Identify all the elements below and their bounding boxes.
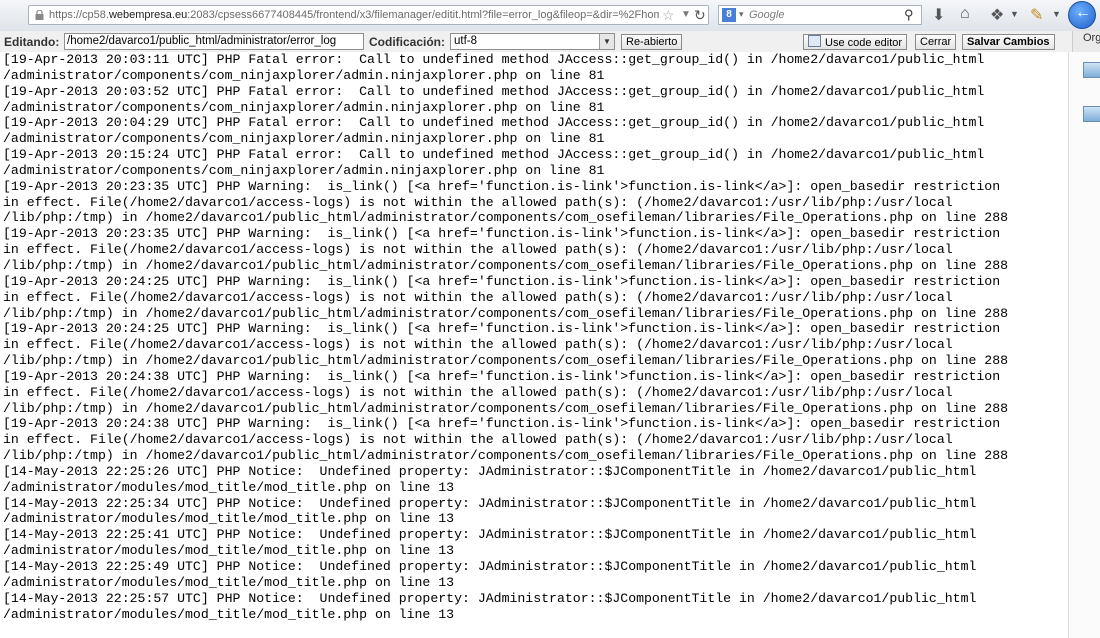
log-line: in effect. File(/home2/davarco1/access-l… xyxy=(3,432,953,448)
log-line: [19-Apr-2013 20:24:25 UTC] PHP Warning: … xyxy=(3,321,1001,337)
bookmark-star-icon[interactable]: ☆ xyxy=(662,7,675,24)
log-line: in effect. File(/home2/davarco1/access-l… xyxy=(3,289,953,305)
log-line: /lib/php:/tmp) in /home2/davarco1/public… xyxy=(3,448,1009,464)
log-line: /administrator/modules/mod_title/mod_tit… xyxy=(3,606,455,622)
log-line: /administrator/modules/mod_title/mod_tit… xyxy=(3,511,455,527)
log-line: /administrator/modules/mod_title/mod_tit… xyxy=(3,543,455,559)
log-line: [14-May-2013 22:25:26 UTC] PHP Notice: U… xyxy=(3,463,977,479)
log-line: [19-Apr-2013 20:24:25 UTC] PHP Warning: … xyxy=(3,273,1001,289)
encoding-value: utf-8 xyxy=(454,35,478,47)
file-content-editor[interactable]: [19-Apr-2013 20:03:11 UTC] PHP Fatal err… xyxy=(0,52,1068,638)
bookmarks-dropdown-icon[interactable]: ▼ xyxy=(1010,9,1019,19)
reload-icon[interactable]: ↻ xyxy=(694,7,706,24)
url-history-dropdown-icon[interactable]: ▼ xyxy=(681,9,691,20)
save-changes-button[interactable]: Salvar Cambios xyxy=(962,34,1055,50)
log-line: /lib/php:/tmp) in /home2/davarco1/public… xyxy=(3,305,1009,321)
log-line: [19-Apr-2013 20:03:52 UTC] PHP Fatal err… xyxy=(3,83,985,99)
lock-icon xyxy=(35,10,44,20)
bookmarks-menu-icon[interactable]: ❖ xyxy=(990,5,1004,25)
side-panel-header: Org xyxy=(1072,31,1100,52)
log-line: [19-Apr-2013 20:04:29 UTC] PHP Fatal err… xyxy=(3,115,985,131)
address-bar[interactable]: https://cp58.webempresa.eu:2083/cpsess66… xyxy=(28,5,709,25)
search-engine-dropdown-icon[interactable]: ▾ xyxy=(739,9,744,20)
home-icon[interactable]: ⌂ xyxy=(960,5,970,23)
search-box[interactable]: 8 ▾ Google ⚲ xyxy=(718,5,922,25)
editing-label: Editando: xyxy=(4,35,60,49)
log-line: /administrator/components/com_ninjaxplor… xyxy=(3,67,605,83)
computer-icon[interactable] xyxy=(1083,62,1100,78)
encoding-select[interactable]: utf-8 ▼ xyxy=(450,33,615,50)
editor-toolbar: Editando: /home2/davarco1/public_html/ad… xyxy=(0,31,1100,53)
log-line: [19-Apr-2013 20:15:24 UTC] PHP Fatal err… xyxy=(3,147,985,163)
log-line: [19-Apr-2013 20:23:35 UTC] PHP Warning: … xyxy=(3,178,1001,194)
search-icon[interactable]: ⚲ xyxy=(904,7,914,23)
side-panel-title: Org xyxy=(1083,32,1100,44)
log-line: [19-Apr-2013 20:24:38 UTC] PHP Warning: … xyxy=(3,416,1001,432)
log-line: /lib/php:/tmp) in /home2/davarco1/public… xyxy=(3,400,1009,416)
code-editor-icon xyxy=(808,35,821,47)
chevron-down-icon[interactable]: ▼ xyxy=(599,34,614,49)
network-icon[interactable] xyxy=(1083,106,1100,122)
search-engine-icon[interactable]: 8 xyxy=(722,8,736,22)
log-line: /lib/php:/tmp) in /home2/davarco1/public… xyxy=(3,257,1009,273)
log-line: [19-Apr-2013 20:23:35 UTC] PHP Warning: … xyxy=(3,226,1001,242)
log-line: [19-Apr-2013 20:24:38 UTC] PHP Warning: … xyxy=(3,368,1001,384)
log-line: /lib/php:/tmp) in /home2/davarco1/public… xyxy=(3,353,1009,369)
file-path-field[interactable]: /home2/davarco1/public_html/administrato… xyxy=(64,33,364,50)
reopen-button[interactable]: Re-abierto xyxy=(621,34,683,50)
log-line: [14-May-2013 22:25:49 UTC] PHP Notice: U… xyxy=(3,559,977,574)
browser-toolbar: https://cp58.webempresa.eu:2083/cpsess66… xyxy=(0,0,1100,32)
log-line: in effect. File(/home2/davarco1/access-l… xyxy=(3,337,953,353)
log-line: /administrator/components/com_ninjaxplor… xyxy=(3,99,605,115)
log-line: /administrator/components/com_ninjaxplor… xyxy=(3,162,605,178)
search-placeholder: Google xyxy=(749,9,785,21)
back-icon[interactable]: ← xyxy=(1068,1,1096,29)
side-panel xyxy=(1068,52,1100,638)
log-line: in effect. File(/home2/davarco1/access-l… xyxy=(3,194,953,210)
encoding-label: Codificación: xyxy=(369,35,446,49)
log-line: /administrator/modules/mod_title/mod_tit… xyxy=(3,574,455,590)
extension-icon[interactable]: ✎ xyxy=(1030,5,1043,25)
close-button[interactable]: Cerrar xyxy=(915,34,957,50)
log-line: [14-May-2013 22:25:34 UTC] PHP Notice: U… xyxy=(3,495,977,511)
log-line: [19-Apr-2013 20:03:11 UTC] PHP Fatal err… xyxy=(3,52,985,67)
extension-dropdown-icon[interactable]: ▼ xyxy=(1052,9,1061,19)
url-text: https://cp58.webempresa.eu:2083/cpsess66… xyxy=(49,9,659,21)
use-code-editor-button[interactable]: Use code editor xyxy=(803,34,908,50)
log-line: /lib/php:/tmp) in /home2/davarco1/public… xyxy=(3,210,1009,226)
log-line: in effect. File(/home2/davarco1/access-l… xyxy=(3,384,953,400)
log-line: /administrator/components/com_ninjaxplor… xyxy=(3,131,605,147)
download-icon[interactable]: ⬇ xyxy=(932,5,945,25)
log-line: in effect. File(/home2/davarco1/access-l… xyxy=(3,242,953,258)
log-line: /administrator/modules/mod_title/mod_tit… xyxy=(3,479,455,495)
log-line: [14-May-2013 22:25:57 UTC] PHP Notice: U… xyxy=(3,590,977,606)
use-code-editor-label: Use code editor xyxy=(825,37,903,49)
log-line: [14-May-2013 22:25:41 UTC] PHP Notice: U… xyxy=(3,527,977,543)
